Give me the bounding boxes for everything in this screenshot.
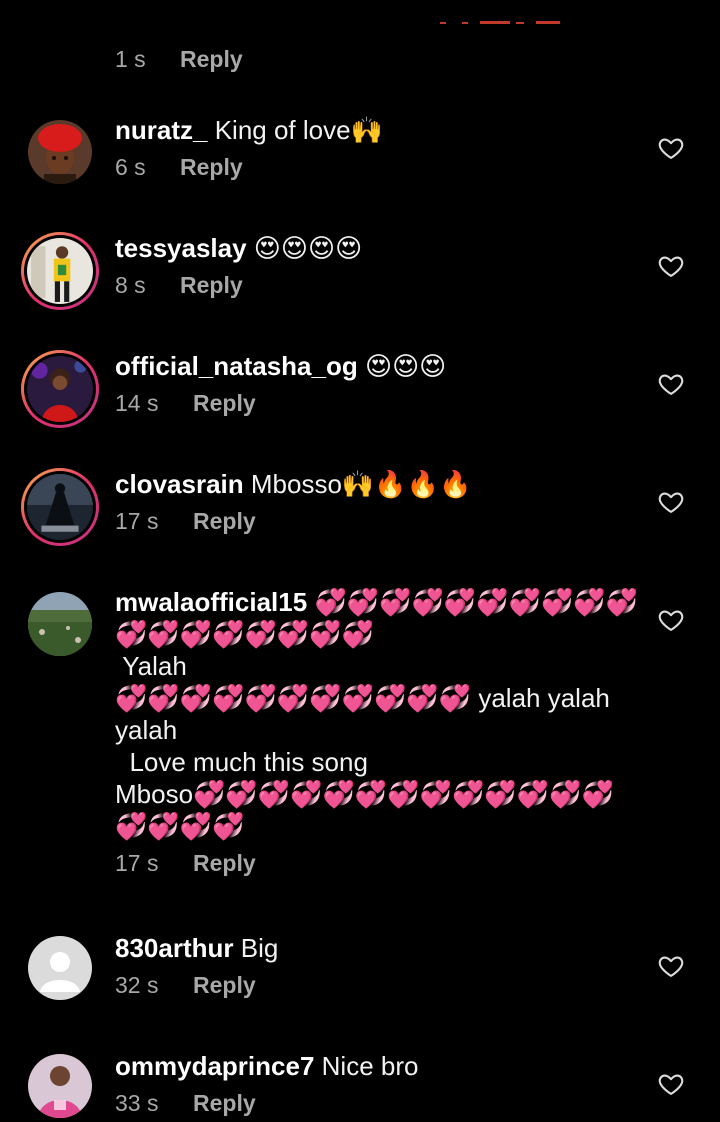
comment-message: 😍😍😍 — [364, 351, 447, 381]
comment-text: 830arthur Big — [115, 932, 645, 964]
comment-message: Mbosso🙌🔥🔥🔥 — [250, 469, 472, 499]
comment-timestamp: 8 s — [115, 272, 146, 298]
avatar[interactable] — [28, 120, 92, 184]
comment-body: ommydaprince7 Nice bro 33 s Reply — [115, 1050, 645, 1118]
avatar[interactable] — [28, 592, 92, 656]
comment-body: clovasrain Mbosso🙌🔥🔥🔥 17 s Reply — [115, 468, 645, 536]
like-heart-icon[interactable] — [657, 370, 685, 398]
comment-text: nuratz_ King of love🙌 — [115, 114, 645, 146]
reply-button[interactable]: Reply — [193, 388, 256, 418]
comment-meta: 14 s Reply — [115, 388, 645, 418]
comment-username[interactable]: ommydaprince7 — [115, 1051, 314, 1081]
comment-timestamp: 14 s — [115, 390, 159, 416]
comment-text: mwalaofficial15 💞💞💞💞💞💞💞💞💞💞💞💞💞💞💞💞💞💞 Yalah… — [115, 586, 645, 842]
reply-button[interactable]: Reply — [193, 1088, 256, 1118]
comment-message: King of love🙌 — [214, 115, 383, 145]
comment-meta: 17 s Reply — [115, 848, 645, 878]
comment-username[interactable]: nuratz_ — [115, 115, 207, 145]
comment-body: nuratz_ King of love🙌 6 s Reply — [115, 114, 645, 182]
reply-button[interactable]: Reply — [193, 848, 256, 878]
like-heart-icon[interactable] — [657, 134, 685, 162]
cropped-content-fragment — [440, 21, 560, 24]
comment-username[interactable]: official_natasha_og — [115, 351, 358, 381]
avatar[interactable] — [28, 1054, 92, 1118]
avatar-with-story-ring[interactable] — [21, 232, 99, 310]
avatar-default-person-icon — [28, 936, 92, 1000]
avatar-woman-red-dress-image — [27, 356, 93, 422]
avatar[interactable] — [28, 936, 92, 1000]
like-heart-icon[interactable] — [657, 606, 685, 634]
comment-message: 💞💞💞💞💞💞💞💞💞💞💞💞💞💞💞💞💞💞 Yalah 💞💞💞💞💞💞💞💞💞💞💞 yal… — [115, 587, 639, 841]
avatar-with-story-ring[interactable] — [21, 350, 99, 428]
comment-meta: 32 s Reply — [115, 970, 645, 1000]
comment-timestamp: 1 s — [115, 46, 146, 72]
like-heart-icon[interactable] — [657, 1070, 685, 1098]
comment-text: official_natasha_og 😍😍😍 — [115, 350, 645, 382]
comment-body: mwalaofficial15 💞💞💞💞💞💞💞💞💞💞💞💞💞💞💞💞💞💞 Yalah… — [115, 586, 645, 878]
comment-message: Nice bro — [321, 1051, 419, 1081]
reply-button[interactable]: Reply — [180, 152, 243, 182]
comment-body: 1 s Reply — [115, 38, 645, 74]
comment-meta: 1 s Reply — [115, 44, 645, 74]
avatar-woman-yellow-outfit-image — [27, 238, 93, 304]
reply-button[interactable]: Reply — [193, 970, 256, 1000]
avatar-woman-red-headwrap-image — [28, 120, 92, 184]
comment-body: 830arthur Big 32 s Reply — [115, 932, 645, 1000]
like-heart-icon[interactable] — [657, 252, 685, 280]
reply-button[interactable]: Reply — [180, 270, 243, 300]
comment-timestamp: 6 s — [115, 154, 146, 180]
comment-meta: 33 s Reply — [115, 1088, 645, 1118]
avatar-landscape-photo-image — [28, 592, 92, 656]
comment-username[interactable]: clovasrain — [115, 469, 244, 499]
comment-timestamp: 17 s — [115, 850, 159, 876]
comment-username[interactable]: 830arthur — [115, 933, 234, 963]
comment-text: clovasrain Mbosso🙌🔥🔥🔥 — [115, 468, 645, 500]
comment-username[interactable]: mwalaofficial15 — [115, 587, 307, 617]
comment-text: ommydaprince7 Nice bro — [115, 1050, 645, 1082]
comment-timestamp: 32 s — [115, 972, 159, 998]
like-heart-icon[interactable] — [657, 488, 685, 516]
comment-message: 😍😍😍😍 — [253, 233, 363, 263]
comment-body: official_natasha_og 😍😍😍 14 s Reply — [115, 350, 645, 418]
reply-button[interactable]: Reply — [180, 44, 243, 74]
comment-meta: 8 s Reply — [115, 270, 645, 300]
comment-message: Big — [240, 933, 279, 963]
reply-button[interactable]: Reply — [193, 506, 256, 536]
comment-meta: 17 s Reply — [115, 506, 645, 536]
comment-timestamp: 17 s — [115, 508, 159, 534]
avatar-dark-figure-artwork-image — [27, 474, 93, 540]
comment-meta: 6 s Reply — [115, 152, 645, 182]
comment-text: tessyaslay 😍😍😍😍 — [115, 232, 645, 264]
comment-timestamp: 33 s — [115, 1090, 159, 1116]
comment-body: tessyaslay 😍😍😍😍 8 s Reply — [115, 232, 645, 300]
avatar-with-story-ring[interactable] — [21, 468, 99, 546]
like-heart-icon[interactable] — [657, 952, 685, 980]
avatar-person-pink-shirt-image — [28, 1054, 92, 1118]
comment-username[interactable]: tessyaslay — [115, 233, 247, 263]
